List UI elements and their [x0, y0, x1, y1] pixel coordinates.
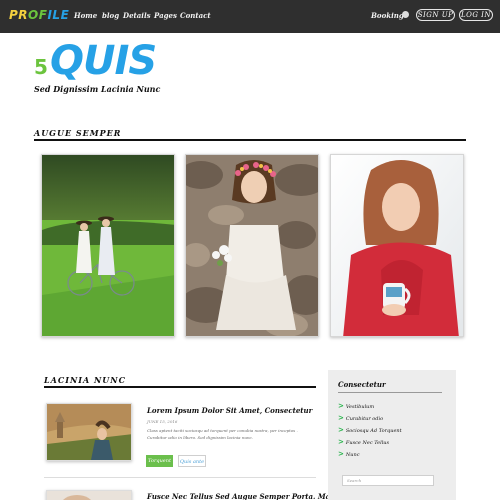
nav-link-blog[interactable]: blog	[102, 11, 119, 20]
posts-divider	[44, 386, 316, 388]
post-1-date: JUNE 15, 2016	[147, 419, 178, 424]
site-tagline: Sed Dignissim Lacinia Nunc	[34, 84, 161, 94]
gallery-photo-3[interactable]	[330, 154, 464, 337]
arrow-right-icon: >	[338, 437, 344, 446]
sidebar-widget: Consectetur > Vestibulum > Curabitur odio …	[328, 370, 456, 500]
post-separator	[44, 477, 316, 478]
sidebar-item-vestibulum[interactable]: > Vestibulum	[338, 401, 374, 410]
nav-link-pages[interactable]: Pages	[154, 11, 177, 20]
login-button[interactable]: LOG IN	[459, 9, 493, 21]
gallery-photo-2[interactable]	[185, 154, 319, 337]
logo-letter: P	[9, 8, 19, 22]
arrow-right-icon: >	[338, 449, 344, 458]
gallery-section-title: AUGUE SEMPER	[34, 128, 122, 138]
sidebar-item-label: Vestibulum	[345, 404, 375, 410]
post-1-excerpt: Class aptent taciti sociosqu ad torquent…	[147, 428, 298, 440]
brand-number: 5	[34, 55, 48, 79]
posts-section-title: LACINIA NUNC	[44, 375, 126, 385]
sidebar-item-curabitur-odio[interactable]: > Curabitur odio	[338, 413, 383, 422]
sidebar-item-fusce-nec-tellus[interactable]: > Fusce Nec Tellus	[338, 437, 389, 446]
sidebar-item-label: Nunc	[345, 452, 360, 458]
post-1-image	[47, 404, 131, 460]
nav-link-contact[interactable]: Contact	[180, 11, 211, 20]
arrow-right-icon: >	[338, 425, 344, 434]
post-1-tag-quis-ante[interactable]: Quis ante	[178, 455, 206, 467]
arrow-right-icon: >	[338, 413, 344, 422]
post-1-tag-torquent[interactable]: Torquent	[146, 455, 173, 467]
sidebar-search-input[interactable]: Search	[342, 475, 434, 486]
site-logo[interactable]: PROFILE	[9, 8, 69, 22]
top-navbar: PROFILE Home blog Details Pages Contact …	[0, 0, 500, 33]
nav-link-home[interactable]: Home	[74, 11, 97, 20]
logo-letter: O	[28, 8, 39, 22]
signup-button[interactable]: SIGN UP	[416, 9, 455, 21]
sidebar-item-nunc[interactable]: > Nunc	[338, 449, 360, 458]
post-1-thumbnail[interactable]	[46, 403, 132, 461]
gallery-divider	[34, 139, 466, 141]
nav-link-details[interactable]: Details	[123, 11, 151, 20]
sidebar-divider	[338, 392, 442, 393]
logo-letter: R	[18, 8, 29, 22]
post-2-thumbnail[interactable]	[46, 490, 132, 500]
photo-woman-mug	[331, 155, 463, 336]
photo-flower-crown	[186, 155, 318, 336]
sidebar-item-label: Sociosqu Ad Torquent	[345, 428, 402, 434]
globe-icon[interactable]	[402, 11, 409, 18]
logo-letter: E	[60, 8, 70, 22]
booking-link[interactable]: Booking	[371, 11, 404, 20]
sidebar-item-sociosqu-ad-torquent[interactable]: > Sociosqu Ad Torquent	[338, 425, 402, 434]
post-2-image	[47, 491, 131, 500]
post-1-title[interactable]: Lorem Ipsum Dolor Sit Amet, Consectetur	[147, 406, 312, 415]
sidebar-title: Consectetur	[338, 380, 386, 389]
sidebar-item-label: Curabitur odio	[345, 416, 384, 422]
arrow-right-icon: >	[338, 401, 344, 410]
brand-name: QUIS	[50, 38, 157, 84]
photo-bicycle-field	[42, 155, 174, 336]
gallery-photo-1[interactable]	[41, 154, 175, 337]
sidebar-item-label: Fusce Nec Tellus	[345, 440, 390, 446]
post-2-title[interactable]: Fusce Nec Tellus Sed Augue Semper Porta.…	[147, 492, 346, 500]
logo-letter: L	[52, 8, 61, 22]
